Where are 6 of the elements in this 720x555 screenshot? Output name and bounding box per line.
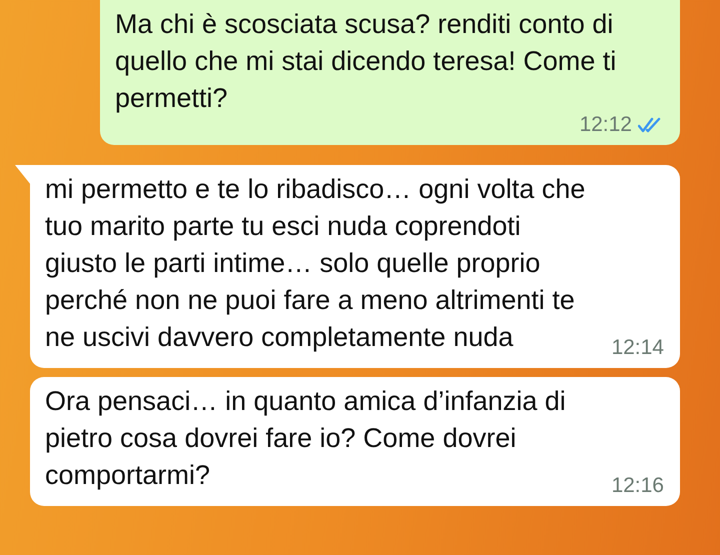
message-text: Ma chi è scosciata scusa? renditi conto di quello che mi stai dicendo teresa! Come ti permetti? [115,8,618,115]
message-text: Ora pensaci… in quanto amica d’infanzia di pietro cosa dovrei fare io? Come dovrei comportarmi? [45,385,567,492]
message-time: 12:12 [579,112,632,138]
message-time: 12:16 [611,473,664,499]
message-time: 12:14 [611,335,664,361]
message-text: mi permetto e te lo ribadisco… ogni volta che tuo marito parte tu esci nuda coprendoti giusto le parti intime… solo quelle proprio perché non ne puoi fare a meno altrimenti te ne uscivi davvero completamente nuda [45,173,586,354]
